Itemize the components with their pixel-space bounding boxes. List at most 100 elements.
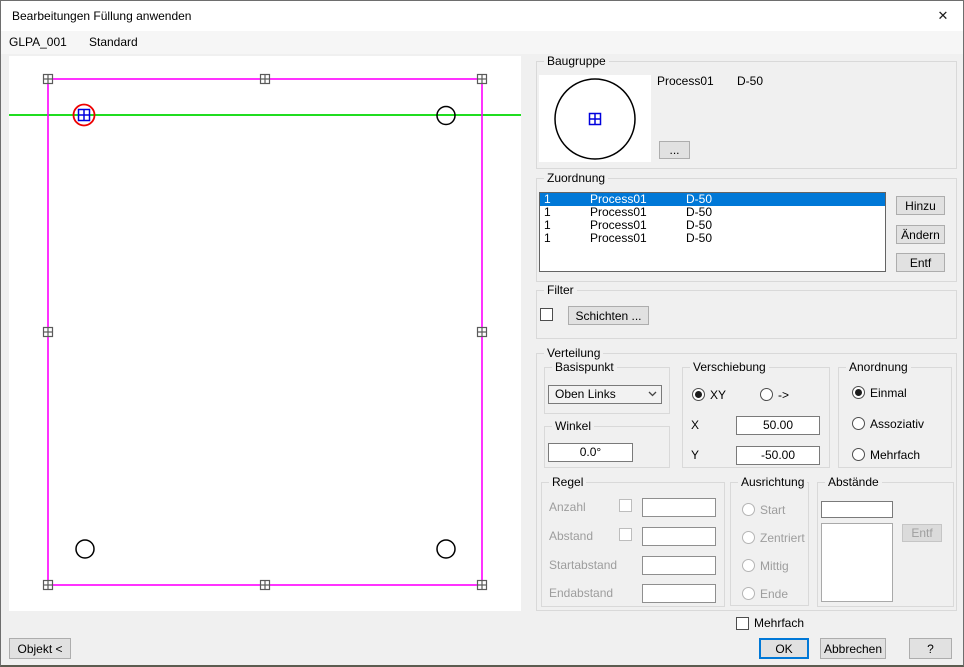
verschiebung-group-label: Verschiebung bbox=[690, 360, 769, 374]
mittig-radio[interactable] bbox=[742, 559, 755, 572]
verschiebung-group: Verschiebung XY -> X 50.00 Y -50.00 bbox=[682, 367, 830, 468]
baugruppe-group: Baugruppe Process01 D-50 ... bbox=[536, 61, 957, 169]
abstaende-list[interactable] bbox=[821, 523, 893, 602]
basispunkt-group: Basispunkt Oben Links bbox=[544, 367, 670, 414]
zuordnung-group-label: Zuordnung bbox=[544, 171, 608, 185]
assembly-process-name: Process01 bbox=[657, 74, 714, 89]
vector-radio[interactable] bbox=[760, 388, 773, 401]
selected-grip-handle[interactable] bbox=[79, 110, 90, 121]
fill-region-rectangle[interactable] bbox=[48, 79, 482, 585]
x-label: X bbox=[691, 418, 699, 433]
grip-handle[interactable] bbox=[44, 581, 53, 590]
assoziativ-radio[interactable] bbox=[852, 417, 865, 430]
list-item[interactable]: 1 Process01 D-50 bbox=[540, 232, 885, 245]
layers-button[interactable]: Schichten ... bbox=[568, 306, 649, 325]
grip-handle[interactable] bbox=[478, 75, 487, 84]
change-button[interactable]: Ändern bbox=[896, 225, 945, 244]
start-radio-label: Start bbox=[760, 503, 785, 518]
assignment-list[interactable]: 1 Process01 D-50 1 Process01 D-50 1 Proc… bbox=[539, 192, 886, 272]
header-strip: GLPA_001 Standard bbox=[1, 31, 963, 54]
mehrfach-checkbox[interactable] bbox=[736, 617, 749, 630]
x-offset-field[interactable]: 50.00 bbox=[736, 416, 820, 435]
abstand-field[interactable] bbox=[642, 527, 716, 546]
assoziativ-radio-label: Assoziativ bbox=[870, 417, 924, 432]
ausrichtung-group-label: Ausrichtung bbox=[738, 475, 807, 489]
grip-handle[interactable] bbox=[261, 581, 270, 590]
endabstand-field[interactable] bbox=[642, 584, 716, 603]
grip-handle[interactable] bbox=[44, 75, 53, 84]
assembly-preview bbox=[539, 75, 651, 162]
grip-handle[interactable] bbox=[478, 328, 487, 337]
title-bar: Bearbeitungen Füllung anwenden ✕ bbox=[1, 1, 963, 31]
mehrfach-checkbox-label: Mehrfach bbox=[754, 616, 804, 631]
close-icon[interactable]: ✕ bbox=[923, 1, 963, 31]
abstand-remove-button[interactable]: Entf bbox=[902, 524, 942, 542]
grip-handle[interactable] bbox=[44, 328, 53, 337]
hole-circle[interactable] bbox=[76, 540, 94, 558]
ende-radio[interactable] bbox=[742, 587, 755, 600]
abstand-checkbox[interactable] bbox=[619, 528, 632, 541]
assembly-preview-icon bbox=[539, 75, 651, 162]
xy-radio-label: XY bbox=[710, 388, 726, 403]
anzahl-field[interactable] bbox=[642, 498, 716, 517]
startabstand-label: Startabstand bbox=[549, 558, 617, 573]
add-button[interactable]: Hinzu bbox=[896, 196, 945, 215]
program-id-label: GLPA_001 bbox=[9, 31, 67, 54]
mehrfach-radio[interactable] bbox=[852, 448, 865, 461]
abstaende-group: Abstände Entf bbox=[817, 482, 954, 607]
abstaende-group-label: Abstände bbox=[825, 475, 882, 489]
dialog-title: Bearbeitungen Füllung anwenden bbox=[12, 1, 191, 31]
endabstand-label: Endabstand bbox=[549, 586, 613, 601]
zentriert-radio-label: Zentriert bbox=[760, 531, 805, 546]
browse-button[interactable]: ... bbox=[659, 141, 690, 159]
abstand-input[interactable] bbox=[821, 501, 893, 518]
drawing-svg bbox=[9, 56, 521, 611]
filter-checkbox[interactable] bbox=[540, 308, 553, 321]
basispunkt-group-label: Basispunkt bbox=[552, 360, 617, 374]
regel-group: Regel Anzahl Abstand Startabstand Endabs… bbox=[541, 482, 725, 607]
anzahl-checkbox[interactable] bbox=[619, 499, 632, 512]
mehrfach-radio-label: Mehrfach bbox=[870, 448, 920, 463]
help-button[interactable]: ? bbox=[909, 638, 952, 659]
xy-radio[interactable] bbox=[692, 388, 705, 401]
winkel-group-label: Winkel bbox=[552, 419, 594, 433]
anordnung-group-label: Anordnung bbox=[846, 360, 911, 374]
remove-button[interactable]: Entf bbox=[896, 253, 945, 272]
object-pick-button[interactable]: Objekt < bbox=[9, 638, 71, 659]
grip-handle[interactable] bbox=[261, 75, 270, 84]
ausrichtung-group: Ausrichtung Start Zentriert Mittig Ende bbox=[730, 482, 809, 606]
anzahl-label: Anzahl bbox=[549, 500, 586, 515]
zentriert-radio[interactable] bbox=[742, 531, 755, 544]
assembly-size: D-50 bbox=[737, 74, 763, 89]
base-point-value: Oben Links bbox=[555, 387, 616, 401]
style-label: Standard bbox=[89, 31, 138, 54]
drawing-canvas[interactable] bbox=[9, 56, 521, 611]
angle-field[interactable]: 0.0° bbox=[548, 443, 633, 462]
einmal-radio-label: Einmal bbox=[870, 386, 907, 401]
ok-button[interactable]: OK bbox=[759, 638, 809, 659]
anordnung-group: Anordnung Einmal Assoziativ Mehrfach bbox=[838, 367, 952, 468]
abstand-label: Abstand bbox=[549, 529, 593, 544]
verteilung-group-label: Verteilung bbox=[544, 346, 603, 360]
y-offset-field[interactable]: -50.00 bbox=[736, 446, 820, 465]
base-point-select[interactable]: Oben Links bbox=[548, 385, 662, 404]
zuordnung-group: Zuordnung 1 Process01 D-50 1 Process01 D… bbox=[536, 178, 957, 282]
startabstand-field[interactable] bbox=[642, 556, 716, 575]
chevron-down-icon bbox=[648, 391, 657, 397]
regel-group-label: Regel bbox=[549, 475, 586, 489]
winkel-group: Winkel 0.0° bbox=[544, 426, 670, 468]
start-radio[interactable] bbox=[742, 503, 755, 516]
verteilung-group: Verteilung Basispunkt Oben Links Winkel … bbox=[536, 353, 957, 611]
hole-circle[interactable] bbox=[437, 540, 455, 558]
vector-radio-label: -> bbox=[778, 388, 789, 403]
ende-radio-label: Ende bbox=[760, 587, 788, 602]
grip-handle[interactable] bbox=[478, 581, 487, 590]
filter-group-label: Filter bbox=[544, 283, 577, 297]
einmal-radio[interactable] bbox=[852, 386, 865, 399]
dialog-window: Bearbeitungen Füllung anwenden ✕ GLPA_00… bbox=[0, 0, 964, 667]
cancel-button[interactable]: Abbrechen bbox=[820, 638, 886, 659]
filter-group: Filter Schichten ... bbox=[536, 290, 957, 339]
baugruppe-group-label: Baugruppe bbox=[544, 54, 609, 68]
y-label: Y bbox=[691, 448, 699, 463]
mittig-radio-label: Mittig bbox=[760, 559, 789, 574]
